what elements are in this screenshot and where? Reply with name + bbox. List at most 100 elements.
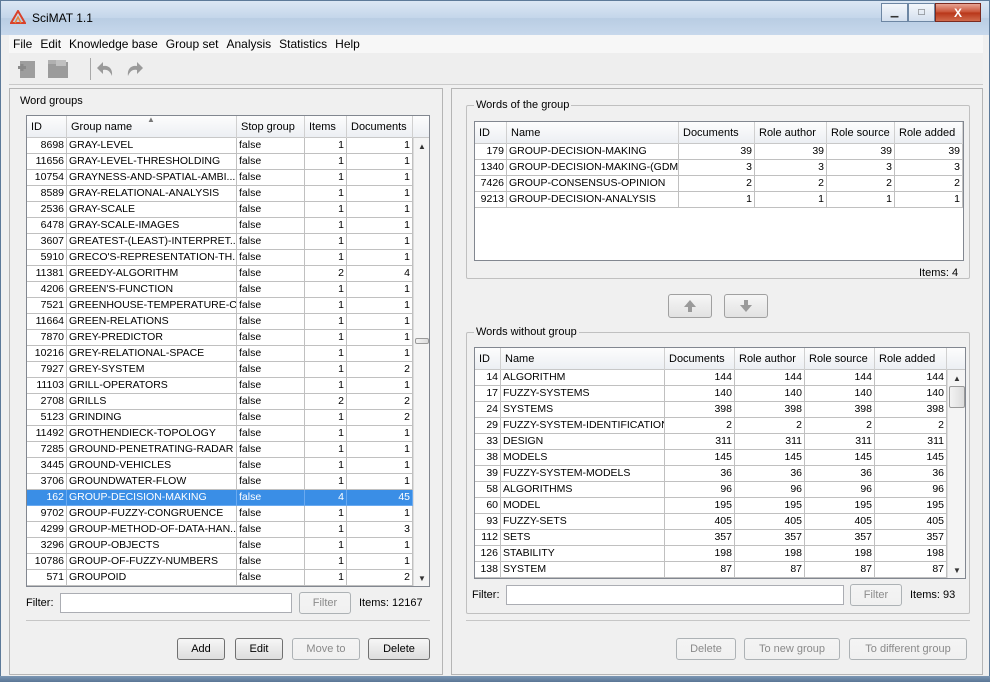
word-groups-filter-button[interactable]: Filter: [299, 592, 351, 614]
table-row[interactable]: 7285 GROUND-PENETRATING-RADAR false 1 1: [27, 442, 413, 458]
table-row[interactable]: 112 SETS 357 357 357 357: [475, 530, 947, 546]
column-header-items[interactable]: Items: [305, 116, 347, 138]
table-row[interactable]: 3607 GREATEST-(LEAST)-INTERPRET... false 1 1: [27, 234, 413, 250]
table-row[interactable]: 60 MODEL 195 195 195 195: [475, 498, 947, 514]
table-row[interactable]: 5910 GRECO'S-REPRESENTATION-TH... false 1 1: [27, 250, 413, 266]
to-different-group-button[interactable]: To different group: [849, 638, 967, 660]
words-filter-input[interactable]: [506, 585, 844, 605]
table-row[interactable]: 571 GROUPOID false 1 2: [27, 570, 413, 586]
table-row[interactable]: 17 FUZZY-SYSTEMS 140 140 140 140: [475, 386, 947, 402]
table-row[interactable]: 179 GROUP-DECISION-MAKING 39 39 39 39: [475, 144, 963, 160]
column-header-name[interactable]: Name: [507, 122, 679, 144]
column-header-role-author[interactable]: Role author: [755, 122, 827, 144]
add-button[interactable]: Add: [177, 638, 225, 660]
table-row[interactable]: 10216 GREY-RELATIONAL-SPACE false 1 1: [27, 346, 413, 362]
table-row[interactable]: 93 FUZZY-SETS 405 405 405 405: [475, 514, 947, 530]
menu-analysis[interactable]: Analysis: [222, 37, 275, 51]
column-header-id[interactable]: ID: [27, 116, 67, 138]
table-row[interactable]: 6478 GRAY-SCALE-IMAGES false 1 1: [27, 218, 413, 234]
delete-word-button[interactable]: Delete: [676, 638, 736, 660]
table-row[interactable]: 8589 GRAY-RELATIONAL-ANALYSIS false 1 1: [27, 186, 413, 202]
column-header-name[interactable]: Name: [501, 348, 665, 370]
close-button[interactable]: X: [935, 3, 981, 22]
column-header-role-added[interactable]: Role added: [895, 122, 963, 144]
table-row[interactable]: 3445 GROUND-VEHICLES false 1 1: [27, 458, 413, 474]
table-row[interactable]: 126 STABILITY 198 198 198 198: [475, 546, 947, 562]
table-row[interactable]: 2708 GRILLS false 2 2: [27, 394, 413, 410]
column-header-role-author[interactable]: Role author: [735, 348, 805, 370]
table-row[interactable]: 11381 GREEDY-ALGORITHM false 2 4: [27, 266, 413, 282]
column-header-documents[interactable]: Documents: [347, 116, 413, 138]
column-header-role-source[interactable]: Role source: [827, 122, 895, 144]
menu-edit[interactable]: Edit: [36, 37, 65, 51]
table-row[interactable]: 39 FUZZY-SYSTEM-MODELS 36 36 36 36: [475, 466, 947, 482]
scroll-thumb[interactable]: [415, 338, 429, 344]
column-header-documents[interactable]: Documents: [665, 348, 735, 370]
open-project-button[interactable]: [45, 56, 71, 82]
words-filter-button[interactable]: Filter: [850, 584, 902, 606]
table-row[interactable]: 1340 GROUP-DECISION-MAKING-(GDM) 3 3 3 3: [475, 160, 963, 176]
column-header-documents[interactable]: Documents: [679, 122, 755, 144]
scroll-down-arrow-icon[interactable]: ▼: [948, 562, 965, 578]
table-row[interactable]: 11492 GROTHENDIECK-TOPOLOGY false 1 1: [27, 426, 413, 442]
move-to-button[interactable]: Move to: [292, 638, 360, 660]
to-new-group-button[interactable]: To new group: [744, 638, 840, 660]
menu-help[interactable]: Help: [331, 37, 364, 51]
table-row[interactable]: 9702 GROUP-FUZZY-CONGRUENCE false 1 1: [27, 506, 413, 522]
words-without-group-scrollbar[interactable]: ▲ ▼: [947, 370, 965, 578]
words-without-group-table[interactable]: ID Name Documents Role author Role sourc…: [474, 347, 966, 579]
menu-file[interactable]: File: [9, 37, 36, 51]
column-header-group-name[interactable]: Group name ▲: [67, 116, 237, 138]
table-row[interactable]: 11656 GRAY-LEVEL-THRESHOLDING false 1 1: [27, 154, 413, 170]
table-row[interactable]: 14 ALGORITHM 144 144 144 144: [475, 370, 947, 386]
table-row[interactable]: 7426 GROUP-CONSENSUS-OPINION 2 2 2 2: [475, 176, 963, 192]
new-project-button[interactable]: [15, 56, 41, 82]
words-of-group-table[interactable]: ID Name Documents Role author Role sourc…: [474, 121, 964, 261]
table-row[interactable]: 7927 GREY-SYSTEM false 1 2: [27, 362, 413, 378]
delete-group-button[interactable]: Delete: [368, 638, 430, 660]
word-groups-scrollbar[interactable]: ▲ ▼: [413, 138, 429, 586]
table-row[interactable]: 58 ALGORITHMS 96 96 96 96: [475, 482, 947, 498]
table-row[interactable]: 10754 GRAYNESS-AND-SPATIAL-AMBI... false 1 1: [27, 170, 413, 186]
table-row[interactable]: 7521 GREENHOUSE-TEMPERATURE-C... false 1 1: [27, 298, 413, 314]
table-row[interactable]: 33 DESIGN 311 311 311 311: [475, 434, 947, 450]
column-header-id[interactable]: ID: [475, 348, 501, 370]
edit-button[interactable]: Edit: [235, 638, 283, 660]
table-row[interactable]: 11103 GRILL-OPERATORS false 1 1: [27, 378, 413, 394]
scroll-down-arrow-icon[interactable]: ▼: [414, 570, 429, 586]
table-row[interactable]: 10786 GROUP-OF-FUZZY-NUMBERS false 1 1: [27, 554, 413, 570]
table-row[interactable]: 38 MODELS 145 145 145 145: [475, 450, 947, 466]
table-row[interactable]: 7870 GREY-PREDICTOR false 1 1: [27, 330, 413, 346]
scroll-up-arrow-icon[interactable]: ▲: [948, 370, 965, 386]
table-row[interactable]: 8698 GRAY-LEVEL false 1 1: [27, 138, 413, 154]
maximize-button[interactable]: □: [908, 3, 935, 22]
word-groups-filter-input[interactable]: [60, 593, 292, 613]
move-up-button[interactable]: [668, 294, 712, 318]
minimize-button[interactable]: ▁: [881, 3, 908, 22]
column-header-stop-group[interactable]: Stop group: [237, 116, 305, 138]
table-row[interactable]: 3296 GROUP-OBJECTS false 1 1: [27, 538, 413, 554]
title-bar[interactable]: SciMAT 1.1 ▁ □ X: [1, 1, 989, 35]
table-row[interactable]: 2536 GRAY-SCALE false 1 1: [27, 202, 413, 218]
table-row[interactable]: 29 FUZZY-SYSTEM-IDENTIFICATION 2 2 2 2: [475, 418, 947, 434]
menu-group-set[interactable]: Group set: [162, 37, 223, 51]
table-row[interactable]: 9213 GROUP-DECISION-ANALYSIS 1 1 1 1: [475, 192, 963, 208]
scroll-up-arrow-icon[interactable]: ▲: [414, 138, 429, 154]
menu-statistics[interactable]: Statistics: [275, 37, 331, 51]
move-down-button[interactable]: [724, 294, 768, 318]
column-header-id[interactable]: ID: [475, 122, 507, 144]
table-row[interactable]: 3706 GROUNDWATER-FLOW false 1 1: [27, 474, 413, 490]
word-groups-table[interactable]: ID Group name ▲ Stop group Items Documen…: [26, 115, 430, 587]
table-row[interactable]: 24 SYSTEMS 398 398 398 398: [475, 402, 947, 418]
table-row[interactable]: 138 SYSTEM 87 87 87 87: [475, 562, 947, 578]
column-header-role-source[interactable]: Role source: [805, 348, 875, 370]
column-header-role-added[interactable]: Role added: [875, 348, 947, 370]
table-row[interactable]: 5123 GRINDING false 1 2: [27, 410, 413, 426]
table-row[interactable]: 4299 GROUP-METHOD-OF-DATA-HAN... false 1 3: [27, 522, 413, 538]
undo-button[interactable]: [93, 56, 119, 82]
table-row[interactable]: 162 GROUP-DECISION-MAKING false 4 45: [27, 490, 413, 506]
scroll-thumb[interactable]: [949, 386, 965, 408]
table-row[interactable]: 11664 GREEN-RELATIONS false 1 1: [27, 314, 413, 330]
redo-button[interactable]: [121, 56, 147, 82]
table-row[interactable]: 4206 GREEN'S-FUNCTION false 1 1: [27, 282, 413, 298]
